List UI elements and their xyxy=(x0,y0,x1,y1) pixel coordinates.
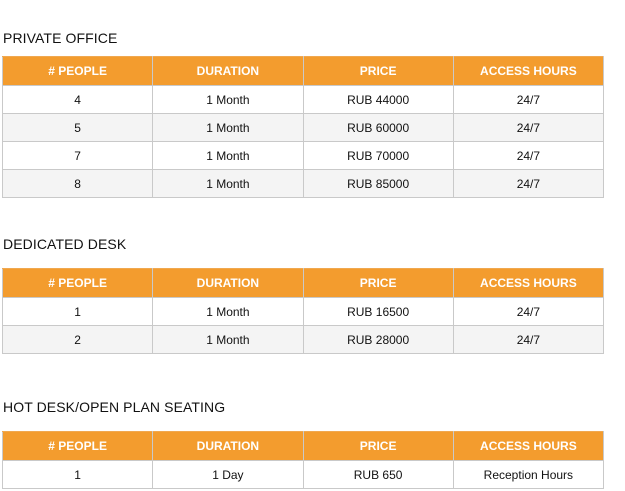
cell-people: 5 xyxy=(1,113,154,142)
private-office-table: # PEOPLE DURATION PRICE ACCESS HOURS 4 1… xyxy=(1,56,605,198)
cell-people: 4 xyxy=(1,85,154,114)
header-price: PRICE xyxy=(302,268,454,298)
cell-people: 1 xyxy=(1,297,154,326)
cell-duration: 1 Month xyxy=(152,85,304,114)
header-duration: DURATION xyxy=(152,56,304,86)
header-duration: DURATION xyxy=(152,268,304,298)
cell-access-hours: Reception Hours xyxy=(452,460,605,489)
cell-people: 1 xyxy=(1,460,154,489)
header-access-hours: ACCESS HOURS xyxy=(452,431,605,461)
section-title-dedicated-desk: DEDICATED DESK xyxy=(3,236,127,252)
table-header-row: # PEOPLE DURATION PRICE ACCESS HOURS xyxy=(1,268,605,298)
table-row: 1 1 Month RUB 16500 24/7 xyxy=(1,297,605,326)
section-title-private-office: PRIVATE OFFICE xyxy=(3,30,118,46)
hot-desk-table: # PEOPLE DURATION PRICE ACCESS HOURS 1 1… xyxy=(1,431,605,489)
table-row: 8 1 Month RUB 85000 24/7 xyxy=(1,169,605,198)
header-access-hours: ACCESS HOURS xyxy=(452,268,605,298)
header-duration: DURATION xyxy=(152,431,304,461)
table-row: 1 1 Day RUB 650 Reception Hours xyxy=(1,460,605,489)
cell-access-hours: 24/7 xyxy=(452,169,605,198)
cell-price: RUB 28000 xyxy=(302,325,454,354)
cell-duration: 1 Day xyxy=(152,460,304,489)
header-price: PRICE xyxy=(302,56,454,86)
cell-price: RUB 85000 xyxy=(302,169,454,198)
cell-duration: 1 Month xyxy=(152,169,304,198)
cell-access-hours: 24/7 xyxy=(452,113,605,142)
cell-price: RUB 70000 xyxy=(302,141,454,170)
header-people: # PEOPLE xyxy=(1,56,154,86)
cell-price: RUB 44000 xyxy=(302,85,454,114)
cell-people: 8 xyxy=(1,169,154,198)
table-header-row: # PEOPLE DURATION PRICE ACCESS HOURS xyxy=(1,56,605,86)
cell-price: RUB 650 xyxy=(302,460,454,489)
table-row: 5 1 Month RUB 60000 24/7 xyxy=(1,113,605,142)
cell-duration: 1 Month xyxy=(152,113,304,142)
section-title-hot-desk: HOT DESK/OPEN PLAN SEATING xyxy=(3,399,226,415)
cell-access-hours: 24/7 xyxy=(452,85,605,114)
cell-price: RUB 16500 xyxy=(302,297,454,326)
header-people: # PEOPLE xyxy=(1,268,154,298)
cell-access-hours: 24/7 xyxy=(452,325,605,354)
cell-duration: 1 Month xyxy=(152,297,304,326)
cell-duration: 1 Month xyxy=(152,325,304,354)
header-access-hours: ACCESS HOURS xyxy=(452,56,605,86)
header-price: PRICE xyxy=(302,431,454,461)
header-people: # PEOPLE xyxy=(1,431,154,461)
cell-people: 7 xyxy=(1,141,154,170)
table-row: 4 1 Month RUB 44000 24/7 xyxy=(1,85,605,114)
cell-price: RUB 60000 xyxy=(302,113,454,142)
cell-access-hours: 24/7 xyxy=(452,141,605,170)
table-header-row: # PEOPLE DURATION PRICE ACCESS HOURS xyxy=(1,431,605,461)
cell-people: 2 xyxy=(1,325,154,354)
table-row: 2 1 Month RUB 28000 24/7 xyxy=(1,325,605,354)
cell-access-hours: 24/7 xyxy=(452,297,605,326)
table-row: 7 1 Month RUB 70000 24/7 xyxy=(1,141,605,170)
dedicated-desk-table: # PEOPLE DURATION PRICE ACCESS HOURS 1 1… xyxy=(1,268,605,354)
cell-duration: 1 Month xyxy=(152,141,304,170)
